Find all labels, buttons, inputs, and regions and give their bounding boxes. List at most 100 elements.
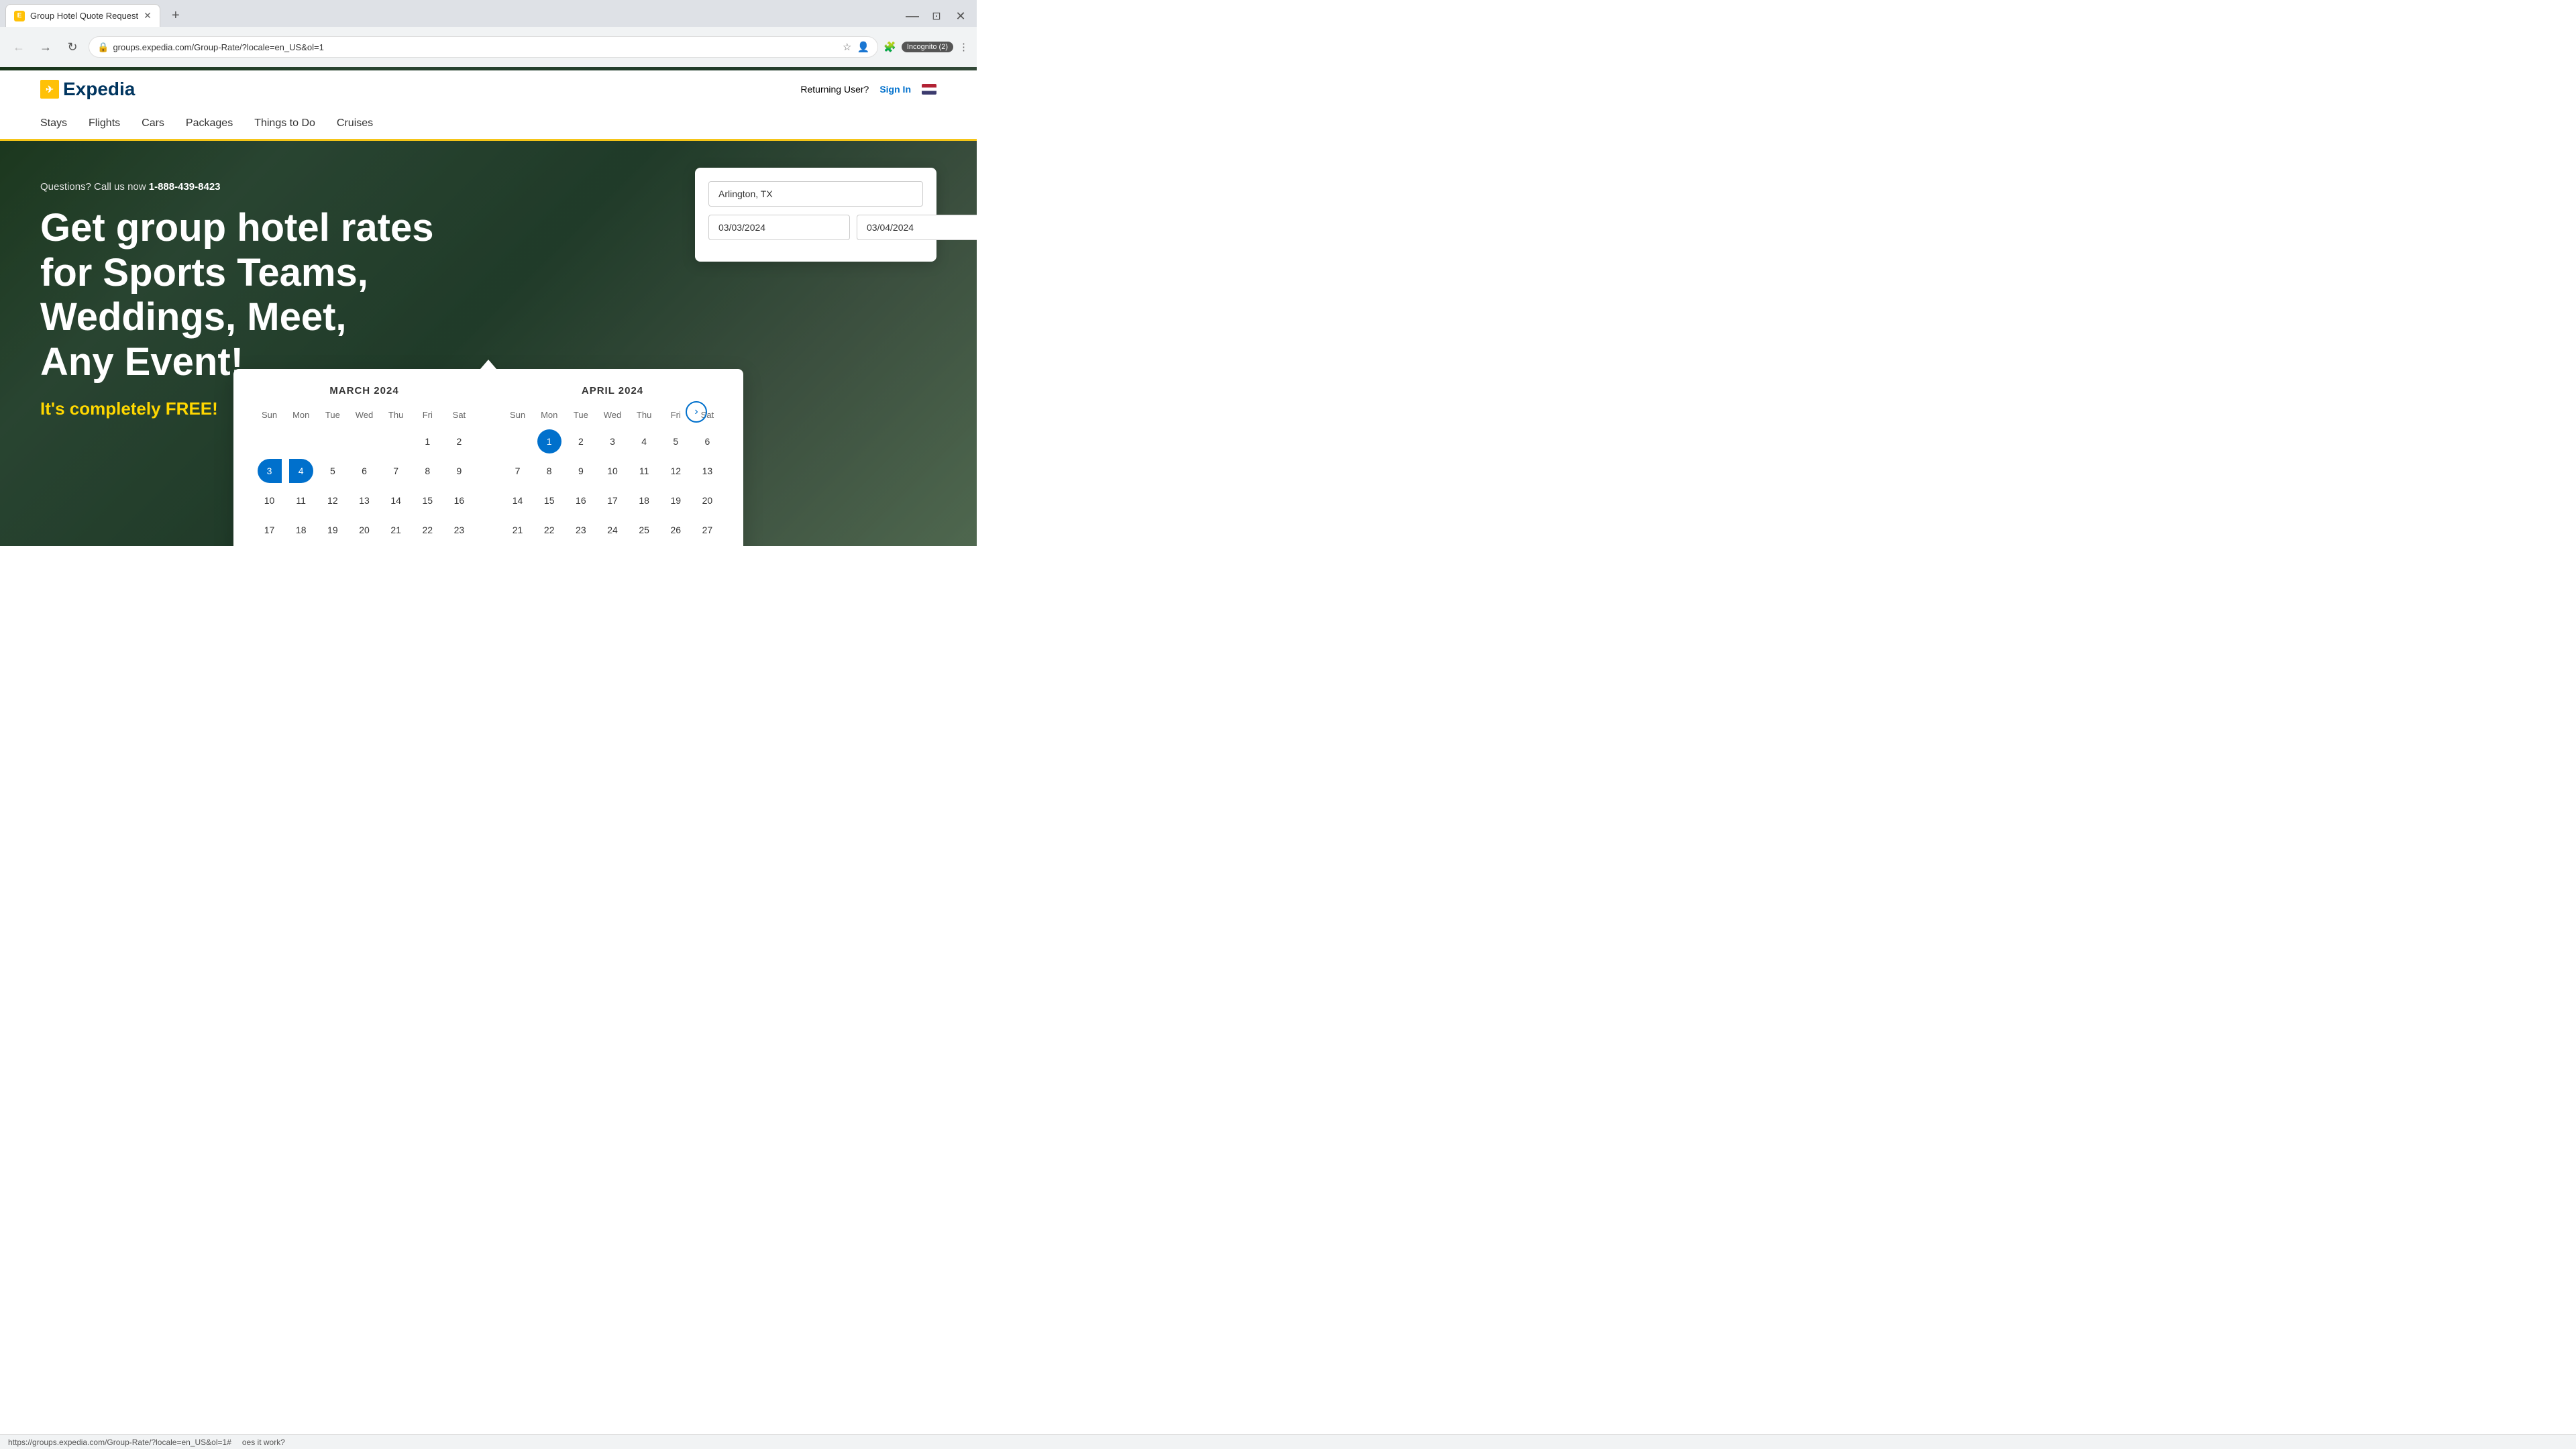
apr-mon-header: Mon <box>533 407 565 423</box>
cal-day-5[interactable]: 5 <box>663 429 688 453</box>
cal-day-16[interactable]: 16 <box>569 488 593 513</box>
sign-in-link[interactable]: Sign In <box>879 84 911 95</box>
right-actions: 🧩 Incognito (2) ⋮ <box>883 41 969 53</box>
tab-close-button[interactable]: ✕ <box>144 10 152 21</box>
cal-day-2[interactable]: 2 <box>569 429 593 453</box>
checkin-input[interactable] <box>708 215 850 240</box>
cal-day-3[interactable]: 3 <box>258 459 282 483</box>
page-content: ✈ Expedia Returning User? Sign In Stays … <box>0 67 977 546</box>
cal-day-27[interactable]: 27 <box>695 518 719 542</box>
april-title: APRIL 2024 <box>502 385 723 396</box>
profile-icon[interactable]: 👤 <box>857 41 869 53</box>
cal-day-17[interactable]: 17 <box>600 488 625 513</box>
status-url: https://groups.expedia.com/Group-Rate/?l… <box>8 1438 231 1447</box>
cal-day-19[interactable]: 19 <box>663 488 688 513</box>
status-text: oes it work? <box>242 1438 285 1447</box>
cal-day-13[interactable]: 13 <box>695 459 719 483</box>
address-bar[interactable]: 🔒 groups.expedia.com/Group-Rate/?locale=… <box>89 36 878 58</box>
forward-button[interactable]: → <box>35 36 56 58</box>
cal-day-21[interactable]: 21 <box>384 518 408 542</box>
cal-day-23[interactable]: 23 <box>447 518 471 542</box>
cal-day-18[interactable]: 18 <box>289 518 313 542</box>
cal-day-16[interactable]: 16 <box>447 488 471 513</box>
cal-day-11[interactable]: 11 <box>632 459 656 483</box>
cal-day-3[interactable]: 3 <box>600 429 625 453</box>
cal-empty <box>506 429 530 453</box>
cal-day-10[interactable]: 10 <box>258 488 282 513</box>
browser-chrome: E Group Hotel Quote Request ✕ + — ⊡ ✕ ← … <box>0 0 977 67</box>
cal-day-15[interactable]: 15 <box>415 488 439 513</box>
mar-sat-header: Sat <box>443 407 475 423</box>
mar-wed-header: Wed <box>348 407 380 423</box>
back-button[interactable]: ← <box>8 36 30 58</box>
cal-day-9[interactable]: 9 <box>447 459 471 483</box>
cal-day-21[interactable]: 21 <box>506 518 530 542</box>
nav-item-packages[interactable]: Packages <box>186 108 233 139</box>
cal-day-23[interactable]: 23 <box>569 518 593 542</box>
location-input[interactable] <box>708 181 923 207</box>
checkout-input[interactable] <box>857 215 977 240</box>
nav-item-flights[interactable]: Flights <box>89 108 120 139</box>
cal-day-10[interactable]: 10 <box>600 459 625 483</box>
new-tab-button[interactable]: + <box>164 4 187 27</box>
restore-button[interactable]: ⊡ <box>926 5 947 27</box>
apr-tue-header: Tue <box>565 407 596 423</box>
cal-day-8[interactable]: 8 <box>537 459 561 483</box>
phone-number: 1-888-439-8423 <box>149 181 221 193</box>
cal-day-9[interactable]: 9 <box>569 459 593 483</box>
calendars-row: MARCH 2024 Sun Mon Tue Wed Thu Fri Sat 1… <box>254 385 723 546</box>
cal-day-19[interactable]: 19 <box>321 518 345 542</box>
call-label: Questions? Call us now <box>40 181 149 193</box>
cal-day-20[interactable]: 20 <box>695 488 719 513</box>
cal-day-2[interactable]: 2 <box>447 429 471 453</box>
incognito-badge: Incognito (2) <box>902 42 953 52</box>
cal-day-15[interactable]: 15 <box>537 488 561 513</box>
extensions-icon[interactable]: 🧩 <box>883 41 896 53</box>
nav-item-cruises[interactable]: Cruises <box>337 108 373 139</box>
menu-icon[interactable]: ⋮ <box>959 41 969 53</box>
cal-day-4[interactable]: 4 <box>289 459 313 483</box>
calendar-caret <box>480 360 496 369</box>
cal-day-17[interactable]: 17 <box>258 518 282 542</box>
cal-day-6[interactable]: 6 <box>352 459 376 483</box>
cal-day-13[interactable]: 13 <box>352 488 376 513</box>
close-browser-button[interactable]: ✕ <box>950 5 971 27</box>
tab-title: Group Hotel Quote Request <box>30 11 138 21</box>
cal-day-22[interactable]: 22 <box>415 518 439 542</box>
cal-day-14[interactable]: 14 <box>506 488 530 513</box>
cal-day-24[interactable]: 24 <box>600 518 625 542</box>
cal-empty <box>384 429 408 453</box>
cal-day-20[interactable]: 20 <box>352 518 376 542</box>
cal-day-14[interactable]: 14 <box>384 488 408 513</box>
march-day-headers: Sun Mon Tue Wed Thu Fri Sat <box>254 407 475 423</box>
cal-day-12[interactable]: 12 <box>321 488 345 513</box>
booking-dates <box>708 215 923 240</box>
cal-day-22[interactable]: 22 <box>537 518 561 542</box>
address-bar-row: ← → ↻ 🔒 groups.expedia.com/Group-Rate/?l… <box>0 27 977 67</box>
cal-day-18[interactable]: 18 <box>632 488 656 513</box>
hero-title: Get group hotel ratesfor Sports Teams,We… <box>40 206 434 385</box>
nav-item-cars[interactable]: Cars <box>142 108 164 139</box>
cal-day-1[interactable]: 1 <box>415 429 439 453</box>
calendar-next-button[interactable]: › <box>686 401 707 423</box>
cal-day-4[interactable]: 4 <box>632 429 656 453</box>
cal-day-7[interactable]: 7 <box>506 459 530 483</box>
cal-day-12[interactable]: 12 <box>663 459 688 483</box>
flag-icon[interactable] <box>922 84 936 95</box>
cal-day-26[interactable]: 26 <box>663 518 688 542</box>
nav-item-stays[interactable]: Stays <box>40 108 67 139</box>
logo[interactable]: ✈ Expedia <box>40 78 135 100</box>
cal-day-6[interactable]: 6 <box>695 429 719 453</box>
cal-day-8[interactable]: 8 <box>415 459 439 483</box>
cal-day-25[interactable]: 25 <box>632 518 656 542</box>
cal-day-11[interactable]: 11 <box>289 488 313 513</box>
cal-day-7[interactable]: 7 <box>384 459 408 483</box>
bookmark-icon[interactable]: ☆ <box>843 41 851 53</box>
mar-fri-header: Fri <box>412 407 443 423</box>
reload-button[interactable]: ↻ <box>62 36 83 58</box>
cal-day-1[interactable]: 1 <box>537 429 561 453</box>
cal-day-5[interactable]: 5 <box>321 459 345 483</box>
nav-item-things-to-do[interactable]: Things to Do <box>254 108 315 139</box>
minimize-button[interactable]: — <box>902 5 923 27</box>
active-tab[interactable]: E Group Hotel Quote Request ✕ <box>5 4 160 27</box>
